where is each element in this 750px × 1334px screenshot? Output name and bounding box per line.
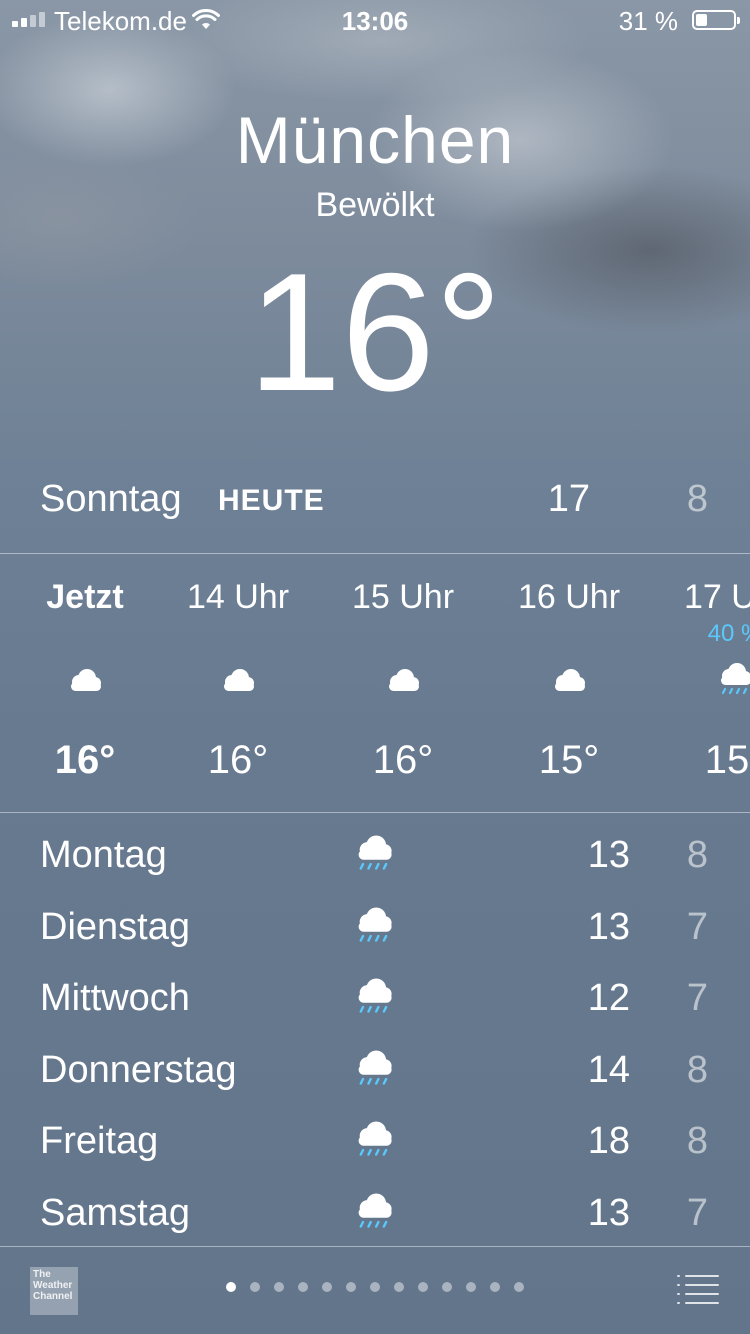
day-high: 13: [587, 905, 630, 948]
daily-row: Donnerstag 14 8: [40, 1037, 710, 1109]
page-dot[interactable]: [322, 1282, 332, 1292]
status-bar: Telekom.de 13:06 31 %: [0, 0, 750, 40]
day-name: Dienstag: [40, 905, 190, 948]
hour-temperature: 15°: [538, 738, 600, 782]
cloud-icon: [549, 658, 589, 698]
day-low: 7: [686, 977, 708, 1019]
hourly-forecast[interactable]: Jetzt 16° 14 Uhr 16° 15 Uhr 16° 16 Uhr 15° 17 Uh…: [0, 554, 750, 812]
page-dot[interactable]: [394, 1282, 404, 1292]
day-name: Mittwoch: [40, 977, 190, 1019]
divider: [0, 812, 750, 813]
page-dot[interactable]: [346, 1282, 356, 1292]
page-dot[interactable]: [274, 1282, 284, 1292]
day-low: 7: [686, 1191, 708, 1234]
cloud-icon: [65, 658, 105, 698]
day-high: 13: [587, 834, 630, 876]
hour-temperature: 16°: [207, 738, 269, 782]
page-dot[interactable]: [298, 1282, 308, 1292]
battery-icon: [692, 10, 740, 30]
day-low: 7: [686, 905, 708, 948]
hour-label: 16 Uhr: [517, 578, 621, 616]
cloud-rain-icon: [352, 973, 396, 1017]
today-low: 8: [686, 478, 708, 520]
weather-condition: Bewölkt: [315, 186, 435, 224]
daily-row: Freitag 18 8: [40, 1108, 710, 1180]
day-high: 13: [587, 1191, 630, 1234]
daily-row: Dienstag 13 7: [40, 894, 710, 966]
page-dot[interactable]: [490, 1282, 500, 1292]
today-summary: Sonntag HEUTE 17 8: [40, 474, 710, 534]
list-icon[interactable]: [676, 1272, 720, 1308]
page-dot[interactable]: [514, 1282, 524, 1292]
cloud-rain-icon: [352, 830, 396, 874]
day-name: Donnerstag: [40, 1048, 237, 1091]
today-tag: HEUTE: [218, 484, 325, 517]
precip-probability: 40 %: [707, 620, 750, 647]
day-low: 8: [686, 834, 708, 876]
page-dot[interactable]: [250, 1282, 260, 1292]
day-name: Samstag: [40, 1191, 190, 1234]
day-name: Freitag: [40, 1120, 159, 1162]
day-name: Montag: [40, 834, 167, 876]
today-high: 17: [547, 478, 590, 520]
cloud-rain-icon: [352, 1116, 396, 1160]
hour-label: 14 Uhr: [186, 578, 290, 616]
cloud-rain-icon: [352, 902, 396, 946]
today-day: Sonntag: [40, 478, 182, 520]
day-high: 14: [587, 1048, 630, 1091]
daily-row: Samstag 13 7: [40, 1180, 710, 1252]
day-low: 8: [686, 1120, 708, 1162]
footer-toolbar: The Weather Channel: [0, 1248, 750, 1334]
divider: [0, 1246, 750, 1247]
hour-label: 17 Uhr: [683, 578, 750, 616]
cloud-icon: [218, 658, 258, 698]
page-indicator[interactable]: [0, 1282, 750, 1292]
page-dot[interactable]: [370, 1282, 380, 1292]
daily-row: Montag 13 8: [40, 822, 710, 894]
page-dot[interactable]: [442, 1282, 452, 1292]
page-dot[interactable]: [418, 1282, 428, 1292]
page-dot[interactable]: [226, 1282, 236, 1292]
hour-temperature: 15°: [704, 738, 750, 782]
cloud-icon: [383, 658, 423, 698]
page-dot[interactable]: [466, 1282, 476, 1292]
battery-percentage: 31 %: [618, 6, 678, 36]
hour-label: 15 Uhr: [351, 578, 455, 616]
cloud-rain-icon: [352, 1045, 396, 1089]
cloud-rain-icon: [352, 1188, 396, 1232]
hour-label: Jetzt: [46, 578, 124, 616]
day-high: 18: [587, 1120, 630, 1162]
daily-row: Mittwoch 12 7: [40, 965, 710, 1037]
cloud-rain-icon: [715, 658, 750, 698]
day-high: 12: [587, 977, 630, 1019]
hour-temperature: 16°: [54, 738, 116, 782]
city-name: München: [235, 103, 515, 177]
hour-temperature: 16°: [372, 738, 434, 782]
current-temperature: 16°: [247, 238, 503, 426]
day-low: 8: [686, 1048, 708, 1091]
